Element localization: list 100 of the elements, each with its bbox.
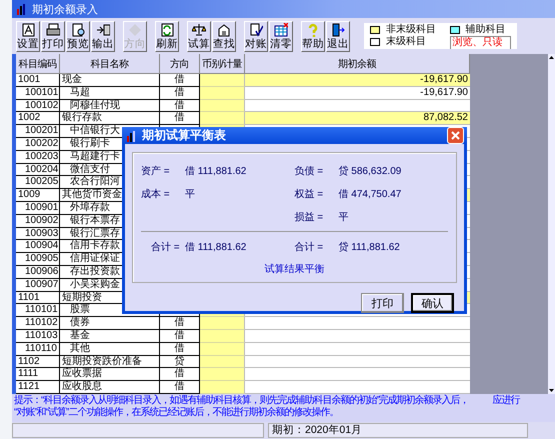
window-title: 期初余额录入 bbox=[32, 2, 98, 16]
legend-label: 末级科目 bbox=[386, 36, 426, 48]
toolbar-button[interactable]: 清零 bbox=[269, 20, 293, 52]
letter-a-icon bbox=[21, 22, 35, 36]
chart-icon bbox=[16, 3, 28, 15]
code-cell: 110103 bbox=[16, 330, 60, 343]
tip-text: 应进行 bbox=[492, 395, 520, 407]
field-label: 损益 = bbox=[294, 210, 324, 224]
arrow-icon bbox=[96, 22, 110, 36]
code-cell: 100101 bbox=[16, 86, 60, 100]
currency-cell bbox=[200, 342, 245, 356]
name-cell: 银行存款 bbox=[60, 112, 160, 126]
close-icon bbox=[450, 130, 461, 141]
question-icon bbox=[306, 22, 320, 36]
refresh-icon bbox=[160, 22, 174, 36]
house-icon bbox=[217, 22, 231, 36]
period-status: 期初：2020年01月 bbox=[268, 423, 528, 438]
toolbar-button[interactable]: 预览 bbox=[66, 20, 90, 52]
code-cell: 100202 bbox=[16, 138, 60, 151]
result-text: 试算结果平衡 bbox=[264, 262, 326, 277]
toolbar-button[interactable]: 刷新 bbox=[155, 20, 179, 52]
toolbar-button[interactable]: 输出 bbox=[91, 20, 115, 52]
field-value: 借 111,881.62 bbox=[185, 164, 248, 178]
scrollbar[interactable] bbox=[548, 54, 555, 394]
currency-cell bbox=[200, 381, 245, 394]
printer-icon bbox=[46, 22, 60, 36]
name-cell: 基金 bbox=[60, 330, 160, 343]
magnifier-page-icon bbox=[71, 22, 85, 36]
code-cell: 100903 bbox=[16, 228, 60, 240]
name-cell: 应收票据 bbox=[60, 368, 160, 382]
currency-cell bbox=[200, 74, 245, 87]
currency-cell bbox=[200, 368, 245, 382]
field-value: 贷 586,632.09 bbox=[338, 164, 402, 178]
dialog-button[interactable]: 打印 bbox=[361, 293, 404, 313]
toolbar-button[interactable]: 退出 bbox=[326, 20, 350, 52]
name-cell: 债券 bbox=[60, 317, 160, 330]
checkmark-icon bbox=[249, 22, 263, 36]
column-header: 方向 bbox=[160, 54, 200, 74]
toolbar-button[interactable]: 打印 bbox=[41, 20, 65, 52]
currency-cell bbox=[200, 317, 245, 330]
door-icon bbox=[331, 22, 345, 36]
currency-cell bbox=[200, 356, 245, 368]
code-cell: 100102 bbox=[16, 100, 60, 112]
toolbar-button[interactable]: 设置 bbox=[16, 20, 40, 52]
scales-icon bbox=[192, 22, 206, 36]
code-cell: 110102 bbox=[16, 317, 60, 330]
name-cell: 其他 bbox=[60, 342, 160, 356]
currency-cell bbox=[200, 112, 245, 126]
field-label: 合计 = bbox=[294, 240, 324, 254]
column-header: 科目编码 bbox=[16, 54, 60, 74]
toolbar-button[interactable]: 试算 bbox=[187, 20, 211, 52]
code-cell: 1002 bbox=[16, 112, 60, 126]
code-cell: 1101 bbox=[16, 292, 60, 304]
code-cell: 100901 bbox=[16, 202, 60, 215]
code-cell: 100205 bbox=[16, 176, 60, 190]
diamond-icon bbox=[128, 22, 142, 36]
balance-cell: -19,617.90 bbox=[245, 86, 470, 100]
code-cell: 100204 bbox=[16, 164, 60, 176]
grid-icon bbox=[274, 22, 288, 36]
field-label: 负债 = bbox=[294, 164, 324, 178]
name-cell: 现金 bbox=[60, 74, 160, 87]
field-value: 借 111,881.62 bbox=[185, 240, 248, 254]
down-arrow-icon[interactable] bbox=[548, 387, 555, 394]
close-button[interactable] bbox=[447, 127, 464, 144]
legend-label: 非末级科目 bbox=[386, 24, 436, 36]
code-cell: 100907 bbox=[16, 278, 60, 292]
code-cell: 100203 bbox=[16, 150, 60, 164]
code-cell: 1111 bbox=[16, 368, 60, 382]
field-value: 借 474,750.47 bbox=[338, 188, 402, 200]
field-value: 平 bbox=[338, 210, 350, 224]
tip-text: 提示：“科目余额录入从明细科目录入，如遇有辅助科目核算，则先完成辅助科目余额的初始”完成期初余额录入后， bbox=[14, 395, 469, 406]
dialog-button[interactable]: 确认 bbox=[411, 293, 454, 313]
toolbar-button[interactable]: 查找 bbox=[212, 20, 236, 52]
legend-label: 辅助科目 bbox=[466, 24, 506, 36]
code-cell: 1102 bbox=[16, 356, 60, 368]
code-cell: 100902 bbox=[16, 214, 60, 228]
up-arrow-icon[interactable] bbox=[548, 54, 555, 61]
name-cell: 短期投资跌价准备 bbox=[60, 356, 160, 368]
toolbar-button[interactable]: 帮助 bbox=[301, 20, 325, 52]
balance-cell: 87,082.52 bbox=[245, 112, 470, 126]
toolbar-button[interactable]: 对账 bbox=[244, 20, 268, 52]
column-header: 科目名称 bbox=[60, 54, 160, 74]
name-cell: 马超 bbox=[60, 86, 160, 100]
chart-icon bbox=[126, 130, 138, 142]
field-label: 权益 = bbox=[294, 188, 324, 200]
code-cell: 1001 bbox=[16, 74, 60, 87]
column-header: 币别/计量 bbox=[200, 54, 245, 74]
currency-cell bbox=[200, 330, 245, 343]
tip-text: “对账”和“试算”二个功能操作，在系统已经记账后，不能进行期初余额的修改操作。 bbox=[14, 407, 338, 419]
code-cell: 100201 bbox=[16, 125, 60, 138]
field-value: 平 bbox=[185, 188, 196, 200]
name-cell: 阿穆佳付现 bbox=[60, 100, 160, 112]
code-cell: 100905 bbox=[16, 253, 60, 266]
code-cell: 1009 bbox=[16, 189, 60, 202]
balance-cell: -19,617.90 bbox=[245, 74, 470, 87]
column-header: 期初余额 bbox=[245, 54, 470, 74]
code-cell: 110110 bbox=[16, 342, 60, 356]
code-cell: 100904 bbox=[16, 240, 60, 254]
mode-label: 浏览、只读 bbox=[450, 36, 511, 48]
currency-cell bbox=[200, 86, 245, 100]
